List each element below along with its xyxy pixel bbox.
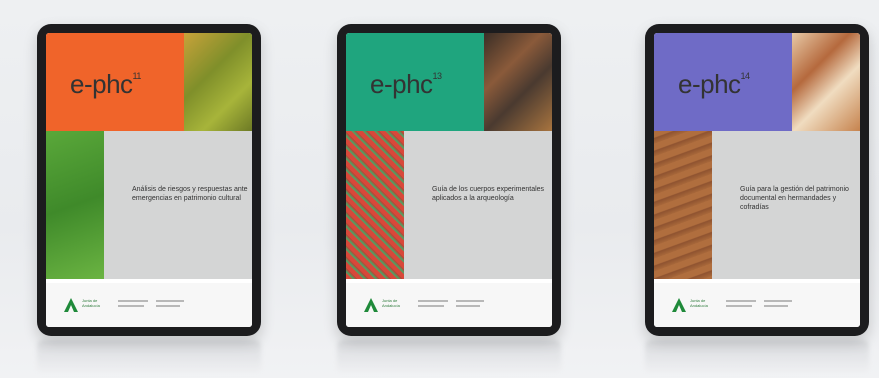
junta-logo-icon [672,298,686,312]
cover-title-panel: Análisis de riesgos y respuestas ante em… [104,131,252,279]
cover-footer: Junta de Andalucía [654,283,860,327]
footer-text-line [726,305,752,307]
cover-title: Análisis de riesgos y respuestas ante em… [132,186,248,202]
cover-side-photo [654,131,712,279]
cover-logo: e-phc13 [370,69,442,99]
cover-footer: Junta de Andalucía [46,283,252,327]
footer-text-line [418,300,448,302]
cover-side-photo [346,131,404,279]
tablet-2: e-phc13 Guía de los cuerpos experimental… [337,24,561,336]
cover-logo: e-phc11 [70,69,141,99]
footer-org: Junta de Andalucía [690,298,708,308]
cover-title-panel: Guía de los cuerpos experimentales aplic… [404,131,552,279]
cover-side-photo [46,131,104,279]
footer-text-line [418,305,444,307]
footer-text-line [764,305,788,307]
footer-text-line [118,300,148,302]
footer-org: Junta de Andalucía [82,298,100,308]
cover-title: Guía de los cuerpos experimentales aplic… [432,186,545,202]
cover-2[interactable]: e-phc13 Guía de los cuerpos experimental… [346,33,552,327]
cover-title-panel: Guía para la gestión del patrimonio docu… [712,131,860,279]
footer-text-line [456,300,484,302]
cover-1[interactable]: e-phc11 Análisis de riesgos y respuestas… [46,33,252,327]
tablet-reflection [645,340,869,374]
footer-text-line [156,305,180,307]
cover-accent-block: e-phc13 [346,33,484,131]
footer-text-line [764,300,792,302]
cover-title: Guía para la gestión del patrimonio docu… [740,186,849,211]
junta-logo-icon [364,298,378,312]
footer-text-line [726,300,756,302]
cover-accent-block: e-phc14 [654,33,792,131]
cover-top-photo [792,33,860,131]
cover-top-photo [184,33,252,131]
footer-text-line [156,300,184,302]
cover-top-photo [484,33,552,131]
footer-text-line [118,305,144,307]
footer-text-line [456,305,480,307]
tablet-reflection [37,340,261,374]
cover-footer: Junta de Andalucía [346,283,552,327]
cover-3[interactable]: e-phc14 Guía para la gestión del patrimo… [654,33,860,327]
cover-logo: e-phc14 [678,69,750,99]
junta-logo-icon [64,298,78,312]
tablet-reflection [337,340,561,374]
footer-org: Junta de Andalucía [382,298,400,308]
tablet-1: e-phc11 Análisis de riesgos y respuestas… [37,24,261,336]
cover-accent-block: e-phc11 [46,33,184,131]
tablet-3: e-phc14 Guía para la gestión del patrimo… [645,24,869,336]
